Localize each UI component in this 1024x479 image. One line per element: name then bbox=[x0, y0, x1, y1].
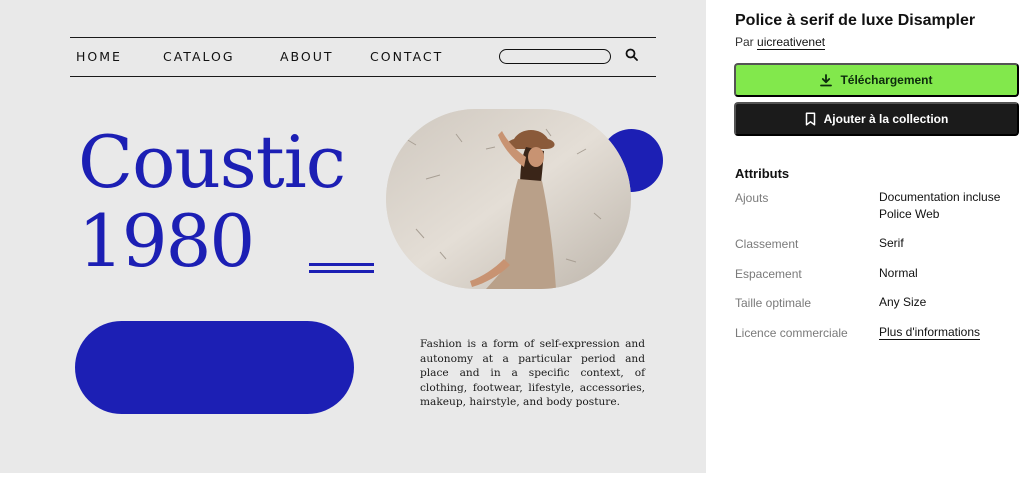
bookmark-icon bbox=[805, 112, 815, 126]
byline-prefix: Par bbox=[735, 35, 754, 49]
preview-search-field bbox=[499, 49, 611, 64]
preview-nav-catalog: CATALOG bbox=[163, 49, 235, 64]
font-title: Police à serif de luxe Disampler bbox=[735, 12, 976, 29]
preview-search-icon bbox=[625, 48, 638, 61]
more-info-link[interactable]: Plus d'informations bbox=[879, 325, 981, 340]
author-link[interactable]: uicreativenet bbox=[757, 35, 826, 50]
preview-nav-top-rule bbox=[70, 37, 656, 38]
byline: Par uicreativenet bbox=[735, 35, 826, 50]
attribute-value-ajouts: Documentation incluse Police Web bbox=[879, 189, 1000, 223]
preview-body-copy: Fashion is a form of self-expression and… bbox=[420, 338, 645, 409]
add-to-collection-button[interactable]: Ajouter à la collection bbox=[734, 102, 1019, 136]
model-photo-illustration bbox=[386, 109, 631, 289]
attribute-value-line: Police Web bbox=[879, 207, 940, 221]
attribute-value-line: Documentation incluse bbox=[879, 190, 1001, 204]
preview-hero-year: 1980 bbox=[78, 199, 255, 283]
download-icon bbox=[820, 73, 833, 86]
preview-model-photo bbox=[386, 109, 631, 289]
download-button[interactable]: Téléchargement bbox=[734, 63, 1019, 97]
preview-nav-about: ABOUT bbox=[280, 49, 334, 64]
preview-dash-line bbox=[309, 270, 374, 273]
attribute-value-espacement: Normal bbox=[879, 266, 918, 280]
preview-blue-pill bbox=[75, 321, 354, 414]
preview-nav-contact: CONTACT bbox=[370, 49, 444, 64]
download-button-label: Téléchargement bbox=[840, 73, 933, 87]
font-preview-image: HOME CATALOG ABOUT CONTACT Coustic 1980 bbox=[0, 0, 706, 473]
attribute-value-taille-optimale: Any Size bbox=[879, 295, 927, 309]
preview-hero-title: Coustic bbox=[78, 120, 346, 204]
attribute-label-taille-optimale: Taille optimale bbox=[735, 296, 812, 310]
attribute-value-classement: Serif bbox=[879, 236, 904, 250]
font-info-panel: Police à serif de luxe Disampler Par uic… bbox=[706, 0, 1024, 479]
attribute-label-ajouts: Ajouts bbox=[735, 191, 769, 205]
preview-nav-home: HOME bbox=[76, 49, 122, 64]
add-to-collection-label: Ajouter à la collection bbox=[823, 112, 949, 126]
attribute-label-classement: Classement bbox=[735, 237, 799, 251]
attribute-label-licence-commerciale: Licence commerciale bbox=[735, 326, 848, 340]
preview-nav-bottom-rule bbox=[70, 76, 656, 77]
attributes-heading: Attributs bbox=[735, 166, 790, 181]
attribute-label-espacement: Espacement bbox=[735, 267, 802, 281]
attribute-value-licence-commerciale: Plus d'informations bbox=[879, 324, 981, 341]
preview-dash-line bbox=[309, 263, 374, 266]
